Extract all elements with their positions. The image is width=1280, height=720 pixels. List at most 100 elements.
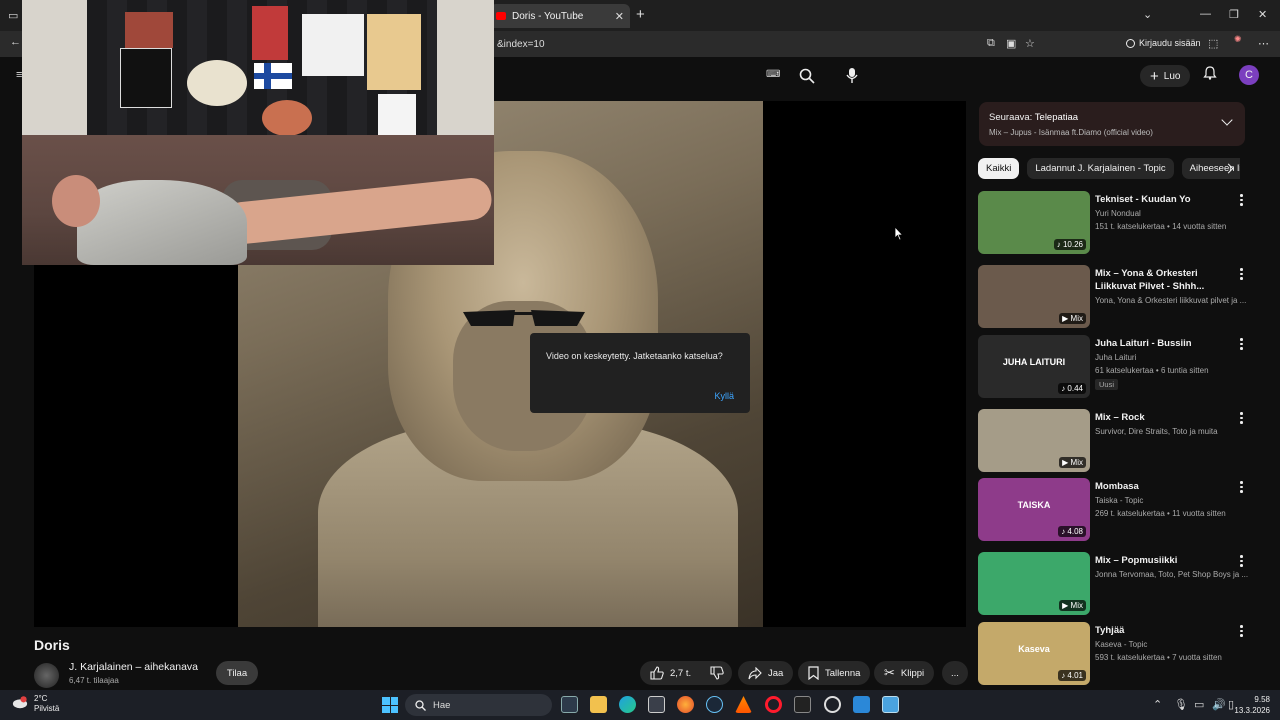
file-explorer-icon[interactable] — [590, 696, 607, 713]
more-options-icon[interactable] — [1240, 338, 1243, 350]
firefox-icon[interactable] — [677, 696, 694, 713]
url-field[interactable]: &index=10 — [497, 39, 545, 50]
chevron-down-icon[interactable] — [1221, 114, 1233, 126]
tab-doris-youtube[interactable]: Doris - YouTube ✕ — [490, 4, 630, 28]
account-avatar[interactable]: C — [1239, 65, 1259, 85]
windows-taskbar: 2°C Pilvistä Hae ⌃ 🎙 ▭ 🔊 ▯ 9.58 13.3.202… — [0, 690, 1280, 720]
immersive-reader-icon[interactable]: ▣ — [1006, 37, 1016, 50]
copilot-icon[interactable]: ✺ — [1234, 34, 1242, 45]
recommended-video[interactable]: TAISKA ♪ 4.08 Mombasa Taiska - Topic 269 t. … — [978, 478, 1245, 542]
taskbar-search[interactable]: Hae — [405, 694, 552, 716]
video-title[interactable]: Juha Laituri - Bussiin — [1095, 337, 1225, 350]
dislike-button[interactable] — [702, 661, 732, 685]
vlc-icon[interactable] — [735, 696, 752, 713]
steam-icon[interactable] — [706, 696, 723, 713]
network-icon[interactable]: ▭ — [1194, 698, 1204, 711]
channel-name[interactable]: J. Karjalainen – aihekanava — [69, 661, 198, 673]
mouse-cursor-icon — [894, 226, 904, 241]
more-options-icon[interactable] — [1240, 481, 1243, 493]
new-tab-button[interactable]: + — [636, 6, 645, 23]
microphone-icon[interactable] — [845, 67, 859, 84]
tab-list-chevron-icon[interactable]: ⌄ — [1143, 8, 1152, 21]
video-thumbnail[interactable]: TAISKA ♪ 4.08 — [978, 478, 1090, 541]
up-next-label: Seuraava: — [989, 112, 1033, 123]
more-options-icon[interactable] — [1240, 268, 1243, 280]
opera-icon[interactable] — [765, 696, 782, 713]
continue-watching-button[interactable]: Kyllä — [714, 391, 734, 401]
more-options-icon[interactable] — [1240, 412, 1243, 424]
tab-close-icon[interactable]: ✕ — [615, 10, 624, 23]
video-title[interactable]: Mix – Popmusiikki — [1095, 554, 1225, 567]
more-actions-button[interactable]: ... — [942, 661, 968, 685]
video-thumbnail[interactable]: Kaseva ♪ 4.01 — [978, 622, 1090, 685]
create-button[interactable]: + Luo — [1140, 65, 1191, 87]
recommended-video[interactable]: ▶ Mix Mix – Rock Survivor, Dire Straits, T… — [978, 409, 1245, 473]
edge-browser-icon[interactable] — [619, 696, 636, 713]
favorite-star-icon[interactable]: ☆ — [1025, 37, 1035, 50]
tab-actions-icon[interactable]: ▭ — [8, 9, 18, 22]
close-window-button[interactable]: ✕ — [1258, 8, 1267, 21]
terminal-icon[interactable] — [794, 696, 811, 713]
tab-title: Doris - YouTube — [512, 10, 584, 22]
video-thumbnail[interactable]: ▶ Mix — [978, 265, 1090, 328]
window-app-icon[interactable] — [882, 696, 899, 713]
clock-date: 13.3.2026 — [1234, 706, 1270, 715]
video-thumbnail[interactable]: ♪ 10.26 — [978, 191, 1090, 254]
webcam-sticker — [187, 60, 247, 106]
webcam-skeleton-poster — [367, 14, 421, 90]
subscribe-button[interactable]: Tilaa — [216, 661, 258, 685]
settings-menu-icon[interactable]: ⋯ — [1258, 37, 1269, 50]
minimize-button[interactable]: — — [1200, 8, 1211, 20]
extensions-icon[interactable]: ⬚ — [1208, 37, 1218, 50]
more-options-icon[interactable] — [1240, 194, 1243, 206]
like-button[interactable]: 2,7 t. — [640, 661, 702, 685]
task-view-icon[interactable] — [561, 696, 578, 713]
share-button[interactable]: Jaa — [738, 661, 794, 685]
webcam-poster — [302, 14, 364, 76]
temperature: 2°C — [34, 694, 48, 703]
thumbs-up-icon — [650, 666, 664, 680]
tray-overflow-icon[interactable]: ⌃ — [1153, 698, 1162, 711]
paint-app-icon[interactable] — [853, 696, 870, 713]
search-icon[interactable] — [799, 68, 815, 84]
install-app-icon[interactable]: ⧉ — [987, 37, 995, 50]
microsoft-store-icon[interactable] — [648, 696, 665, 713]
create-label: Luo — [1163, 70, 1181, 82]
recommended-video[interactable]: ▶ Mix Mix – Popmusiikki Jonna Tervomaa, To… — [978, 552, 1248, 616]
recommended-video[interactable]: Kaseva ♪ 4.01 Tyhjää Kaseva - Topic 593 t. k… — [978, 622, 1245, 686]
start-button[interactable] — [382, 697, 398, 713]
video-title[interactable]: Mix – Yona & Orkesteri Liikkuvat Pilvet … — [1095, 267, 1225, 293]
back-arrow-icon[interactable]: ← — [10, 36, 21, 48]
chip-all[interactable]: Kaikki — [978, 158, 1020, 179]
video-thumbnail[interactable]: ▶ Mix — [978, 409, 1090, 472]
volume-icon[interactable]: 🔊 — [1212, 698, 1226, 711]
more-options-icon[interactable] — [1240, 555, 1243, 567]
recommended-video[interactable]: ▶ Mix Mix – Yona & Orkesteri Liikkuvat Pi… — [978, 265, 1246, 329]
battery-icon[interactable]: ▯ — [1228, 698, 1234, 711]
video-title[interactable]: Mix – Rock — [1095, 411, 1225, 424]
keyboard-icon[interactable]: ⌨ — [766, 69, 780, 80]
clip-button[interactable]: ✂ Klippi — [874, 661, 935, 685]
filter-chips: Kaikki Ladannut J. Karjalainen - Topic A… — [978, 158, 1240, 180]
video-thumbnail[interactable]: ▶ Mix — [978, 552, 1090, 615]
notifications-bell-icon[interactable] — [1203, 66, 1217, 80]
login-button[interactable]: Kirjaudu sisään — [1126, 38, 1201, 48]
weather-widget[interactable]: 2°C Pilvistä — [12, 694, 59, 714]
webcam-pillow — [262, 100, 312, 136]
save-button[interactable]: Tallenna — [798, 661, 871, 685]
video-title[interactable]: Mombasa — [1095, 480, 1225, 493]
video-title[interactable]: Tekniset - Kuudan Yo — [1095, 193, 1225, 206]
microphone-tray-icon[interactable]: 🎙 — [1174, 698, 1188, 711]
thumbnail-caption: TAISKA — [1017, 500, 1051, 510]
clock[interactable]: 9.58 13.3.2026 — [1234, 694, 1270, 716]
settings-gear-icon[interactable] — [824, 696, 841, 713]
chip-uploaded-by[interactable]: Ladannut J. Karjalainen - Topic — [1027, 158, 1174, 179]
up-next-panel[interactable]: Seuraava: Telepatiaa Mix – Jupus - Isänm… — [979, 102, 1245, 146]
channel-avatar[interactable] — [34, 663, 59, 688]
maximize-button[interactable]: ❐ — [1229, 8, 1239, 21]
recommended-video[interactable]: ♪ 10.26 Tekniset - Kuudan Yo Yuri Nondual 1… — [978, 191, 1245, 255]
video-title[interactable]: Tyhjää — [1095, 624, 1225, 637]
recommended-video[interactable]: JUHA LAITURI ♪ 0.44 Juha Laituri - Bussiin… — [978, 335, 1245, 399]
video-thumbnail[interactable]: JUHA LAITURI ♪ 0.44 — [978, 335, 1090, 398]
more-options-icon[interactable] — [1240, 625, 1243, 637]
